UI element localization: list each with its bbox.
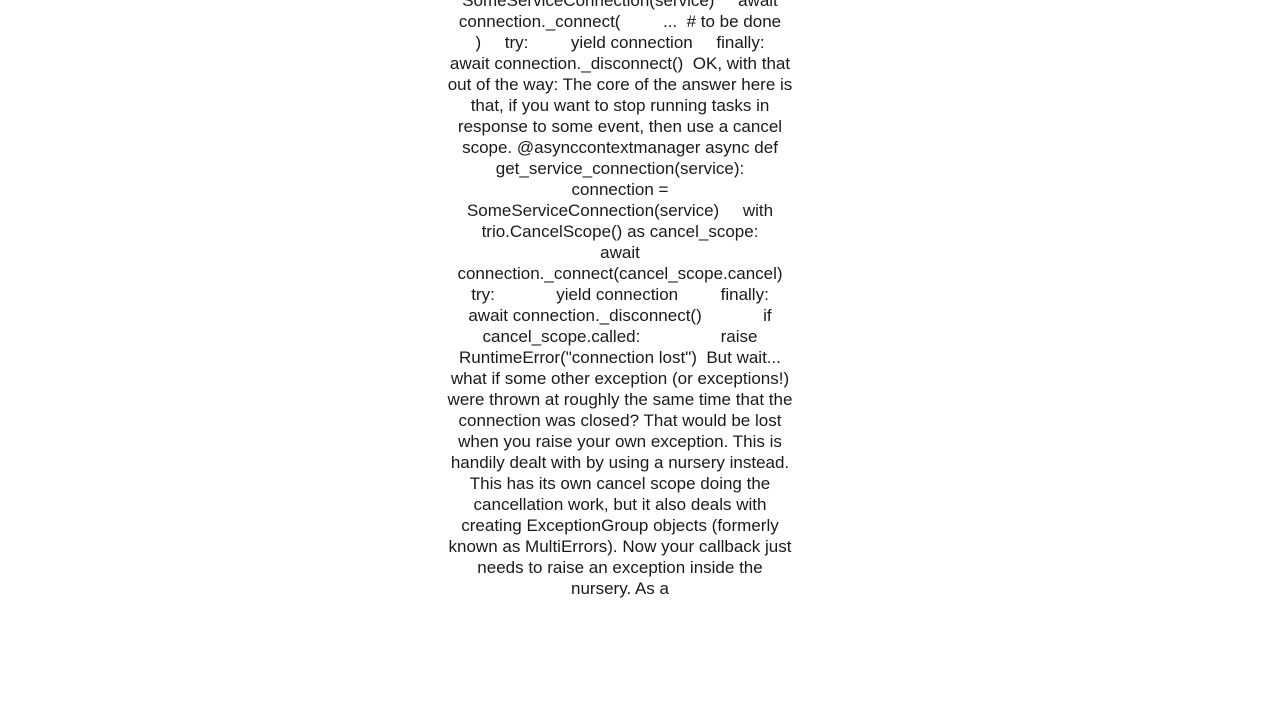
text-content-block: SomeServiceConnection(service) await con… <box>445 0 795 599</box>
